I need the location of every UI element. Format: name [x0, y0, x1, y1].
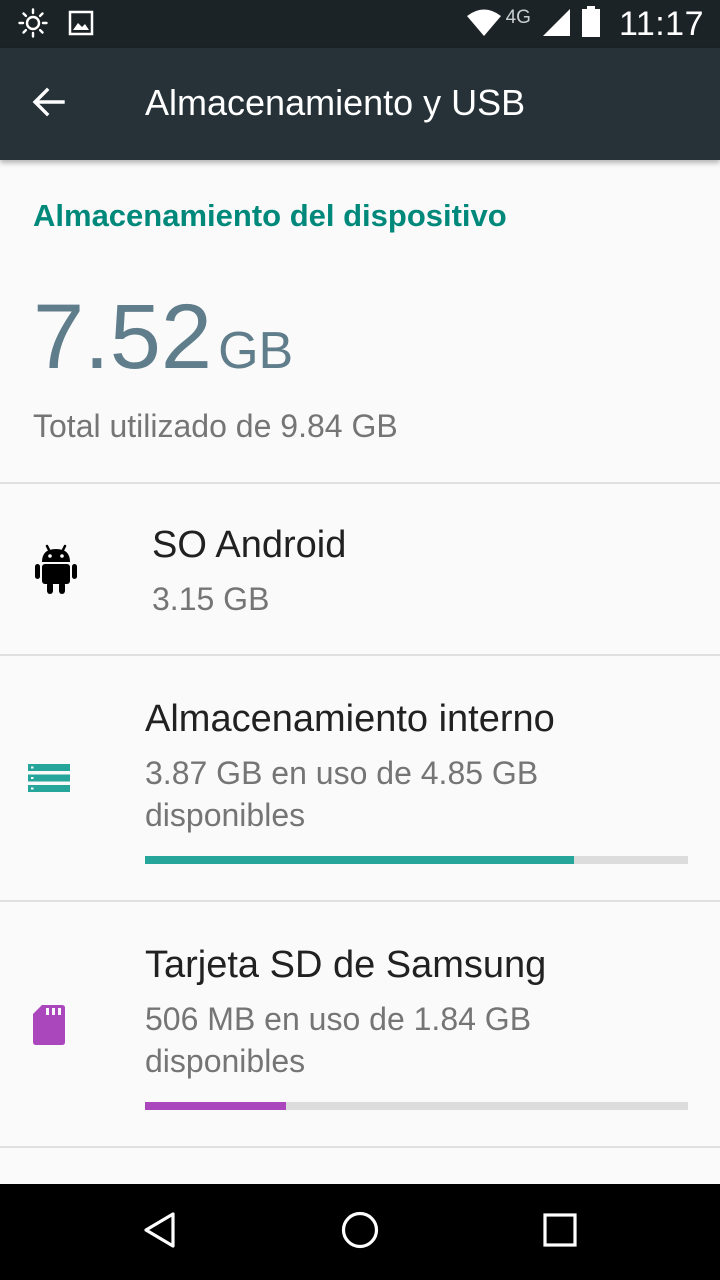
- back-button[interactable]: [24, 80, 72, 128]
- sd-card-icon: [33, 1005, 65, 1050]
- battery-icon: [581, 5, 601, 43]
- page-title: Almacenamiento y USB: [145, 82, 526, 123]
- storage-item-internal[interactable]: Almacenamiento interno 3.87 GB en uso de…: [0, 656, 720, 900]
- storage-item-android-os[interactable]: SO Android 3.15 GB: [0, 484, 720, 654]
- nav-back-button[interactable]: [132, 1204, 188, 1260]
- arrow-back-icon: [30, 84, 66, 125]
- storage-item-title: SO Android: [152, 524, 347, 566]
- storage-item-subtitle: 506 MB en uso de 1.84 GB disponibles: [145, 1001, 532, 1079]
- wifi-icon: [466, 7, 502, 42]
- clock: 11:17: [618, 4, 704, 43]
- recents-square-icon: [540, 1210, 580, 1255]
- total-capacity-text: Total utilizado de 9.84 GB: [33, 408, 398, 444]
- section-header: Almacenamiento del dispositivo: [33, 198, 507, 233]
- storage-content[interactable]: Almacenamiento del dispositivo 7.52 GB To…: [0, 160, 720, 1184]
- storage-icon: [28, 764, 70, 797]
- app-bar: Almacenamiento y USB: [0, 48, 720, 160]
- divider: [0, 1146, 720, 1148]
- usage-bar-fill: [145, 1102, 287, 1110]
- home-circle-icon: [340, 1210, 380, 1255]
- status-bar: 4G 11:17: [0, 0, 720, 48]
- total-used-value: 7.52: [33, 286, 213, 388]
- storage-item-subtitle: 3.15 GB: [152, 581, 270, 617]
- signal-icon: [541, 7, 571, 42]
- usage-bar-fill: [145, 856, 574, 864]
- android-icon: [35, 544, 77, 601]
- storage-item-subtitle: 3.87 GB en uso de 4.85 GB disponibles: [145, 755, 539, 833]
- navigation-bar: [0, 1184, 720, 1280]
- network-type-label: 4G: [505, 7, 531, 28]
- brightness-icon: [18, 8, 48, 43]
- storage-item-title: Almacenamiento interno: [145, 698, 555, 740]
- total-used: 7.52 GB: [33, 285, 293, 390]
- status-bar-system: 4G 11:17: [466, 0, 704, 48]
- usage-bar: [145, 856, 688, 864]
- image-notification-icon: [68, 10, 94, 41]
- nav-recents-button[interactable]: [532, 1204, 588, 1260]
- back-triangle-icon: [140, 1210, 180, 1255]
- storage-item-title: Tarjeta SD de Samsung: [145, 944, 547, 986]
- status-bar-notifications: [18, 8, 94, 43]
- storage-item-sd-card[interactable]: Tarjeta SD de Samsung 506 MB en uso de 1…: [0, 902, 720, 1146]
- total-used-unit: GB: [218, 322, 294, 380]
- nav-home-button[interactable]: [332, 1204, 388, 1260]
- usage-bar: [145, 1102, 688, 1110]
